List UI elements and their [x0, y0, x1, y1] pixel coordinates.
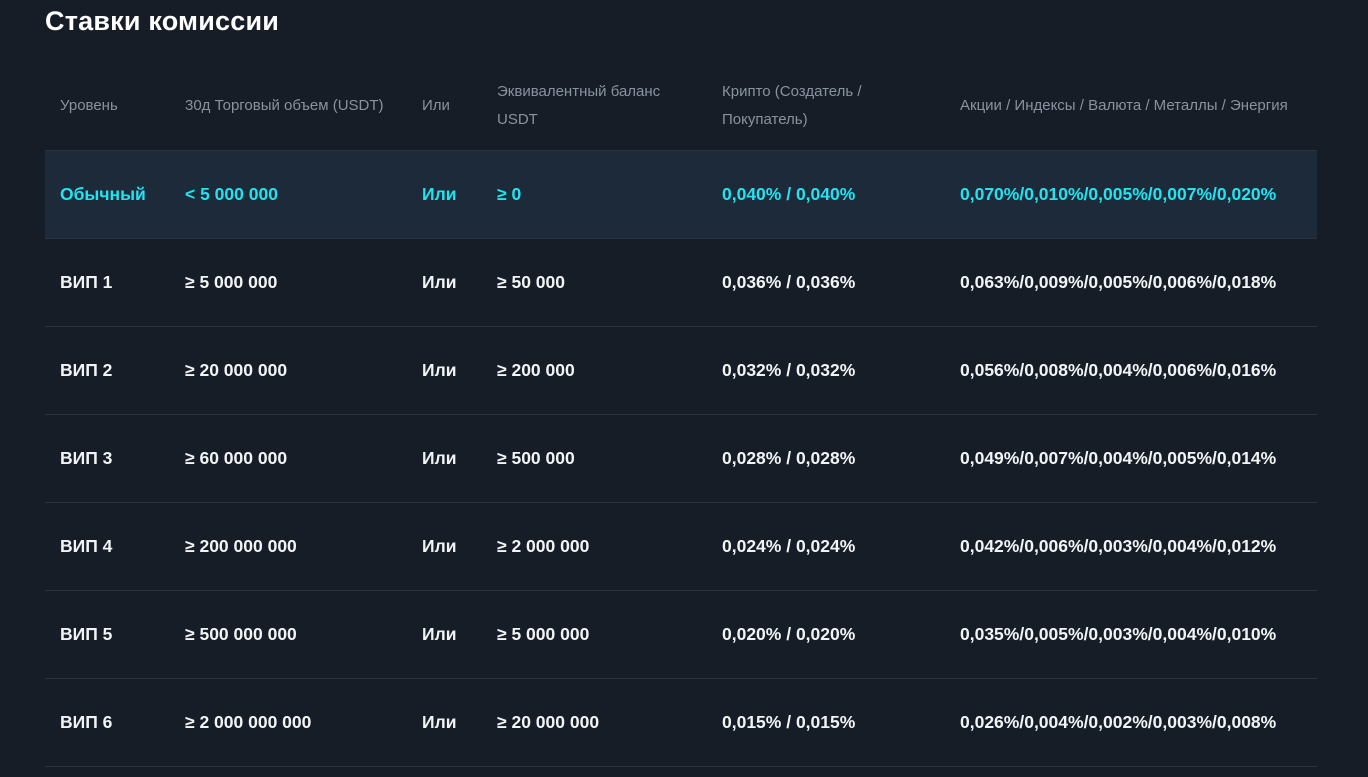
table-row-vip4: ВИП 4 ≥ 200 000 000 Или ≥ 2 000 000 0,02…	[45, 502, 1317, 591]
cell-level: ВИП 2	[45, 326, 170, 415]
header-crypto: Крипто (Создатель / Покупатель)	[707, 62, 945, 151]
fee-rates-table: Уровень 30д Торговый объем (USDT) Или Эк…	[45, 62, 1317, 767]
cell-or: Или	[407, 150, 482, 239]
page-title: Ставки комиссии	[45, 6, 280, 36]
cell-or: Или	[407, 590, 482, 679]
cell-level: ВИП 3	[45, 414, 170, 503]
cell-level: ВИП 4	[45, 502, 170, 591]
cell-volume: ≥ 5 000 000	[170, 238, 407, 327]
cell-crypto: 0,024% / 0,024%	[707, 502, 945, 591]
cell-crypto: 0,036% / 0,036%	[707, 238, 945, 327]
cell-crypto: 0,028% / 0,028%	[707, 414, 945, 503]
header-or: Или	[407, 62, 482, 151]
table-row-vip3: ВИП 3 ≥ 60 000 000 Или ≥ 500 000 0,028% …	[45, 414, 1317, 503]
cell-balance: ≥ 2 000 000	[482, 502, 707, 591]
header-stocks: Акции / Индексы / Валюта / Металлы / Эне…	[945, 62, 1317, 151]
cell-crypto: 0,015% / 0,015%	[707, 678, 945, 767]
cell-volume: ≥ 60 000 000	[170, 414, 407, 503]
cell-stocks: 0,026%/0,004%/0,002%/0,003%/0,008%	[945, 678, 1317, 767]
cell-balance: ≥ 200 000	[482, 326, 707, 415]
cell-crypto: 0,032% / 0,032%	[707, 326, 945, 415]
cell-level: ВИП 5	[45, 590, 170, 679]
page: Ставки комиссии Уровень 30д Торговый объ…	[0, 0, 1368, 777]
cell-crypto: 0,020% / 0,020%	[707, 590, 945, 679]
header-level: Уровень	[45, 62, 170, 151]
cell-volume: ≥ 200 000 000	[170, 502, 407, 591]
cell-stocks: 0,042%/0,006%/0,003%/0,004%/0,012%	[945, 502, 1317, 591]
cell-stocks: 0,070%/0,010%/0,005%/0,007%/0,020%	[945, 150, 1317, 239]
cell-volume: ≥ 2 000 000 000	[170, 678, 407, 767]
cell-volume: < 5 000 000	[170, 150, 407, 239]
cell-or: Или	[407, 238, 482, 327]
cell-crypto: 0,040% / 0,040%	[707, 150, 945, 239]
cell-or: Или	[407, 326, 482, 415]
cell-level: ВИП 1	[45, 238, 170, 327]
table-row-vip1: ВИП 1 ≥ 5 000 000 Или ≥ 50 000 0,036% / …	[45, 238, 1317, 327]
table-row-vip2: ВИП 2 ≥ 20 000 000 Или ≥ 200 000 0,032% …	[45, 326, 1317, 415]
header-balance: Эквивалентный баланс USDT	[482, 62, 707, 151]
table-row-regular: Обычный < 5 000 000 Или ≥ 0 0,040% / 0,0…	[45, 150, 1317, 239]
cell-balance: ≥ 500 000	[482, 414, 707, 503]
cell-volume: ≥ 20 000 000	[170, 326, 407, 415]
cell-level: Обычный	[45, 150, 170, 239]
cell-or: Или	[407, 502, 482, 591]
cell-stocks: 0,056%/0,008%/0,004%/0,006%/0,016%	[945, 326, 1317, 415]
table-header-row: Уровень 30д Торговый объем (USDT) Или Эк…	[45, 62, 1317, 151]
cell-stocks: 0,063%/0,009%/0,005%/0,006%/0,018%	[945, 238, 1317, 327]
cell-volume: ≥ 500 000 000	[170, 590, 407, 679]
cell-balance: ≥ 20 000 000	[482, 678, 707, 767]
cell-or: Или	[407, 414, 482, 503]
cell-level: ВИП 6	[45, 678, 170, 767]
cell-stocks: 0,049%/0,007%/0,004%/0,005%/0,014%	[945, 414, 1317, 503]
cell-balance: ≥ 50 000	[482, 238, 707, 327]
cell-or: Или	[407, 678, 482, 767]
table-row-vip6: ВИП 6 ≥ 2 000 000 000 Или ≥ 20 000 000 0…	[45, 678, 1317, 767]
header-volume: 30д Торговый объем (USDT)	[170, 62, 407, 151]
cell-stocks: 0,035%/0,005%/0,003%/0,004%/0,010%	[945, 590, 1317, 679]
table-row-vip5: ВИП 5 ≥ 500 000 000 Или ≥ 5 000 000 0,02…	[45, 590, 1317, 679]
cell-balance: ≥ 0	[482, 150, 707, 239]
cell-balance: ≥ 5 000 000	[482, 590, 707, 679]
